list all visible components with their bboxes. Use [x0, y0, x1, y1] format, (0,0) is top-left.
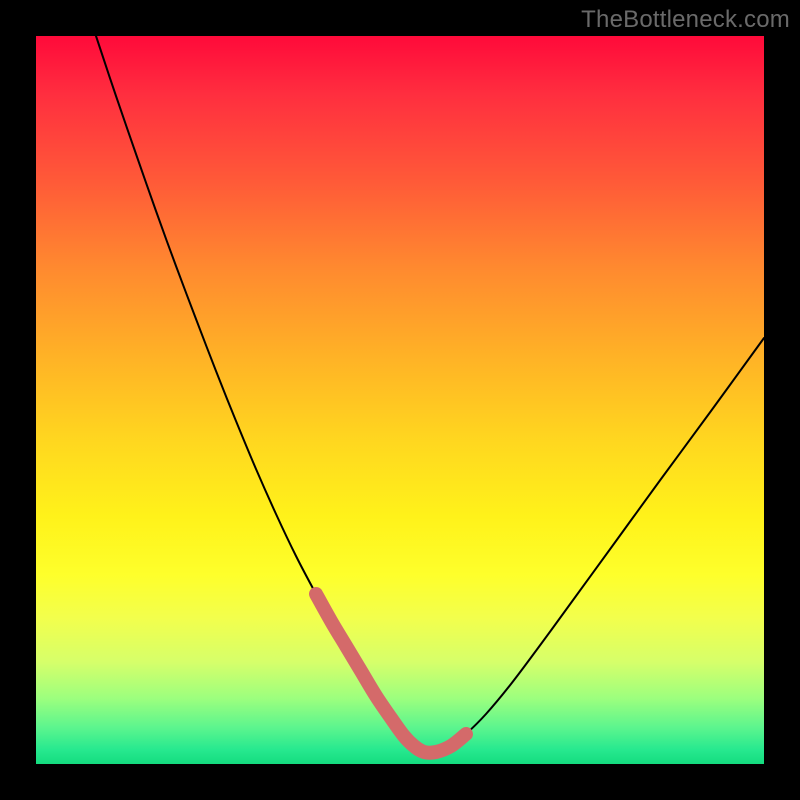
plot-area	[36, 36, 764, 764]
watermark-text: TheBottleneck.com	[581, 6, 790, 34]
bottleneck-curve	[96, 36, 764, 753]
curve-layer	[36, 36, 764, 764]
highlight-band	[316, 594, 466, 753]
chart-frame: TheBottleneck.com	[0, 0, 800, 800]
